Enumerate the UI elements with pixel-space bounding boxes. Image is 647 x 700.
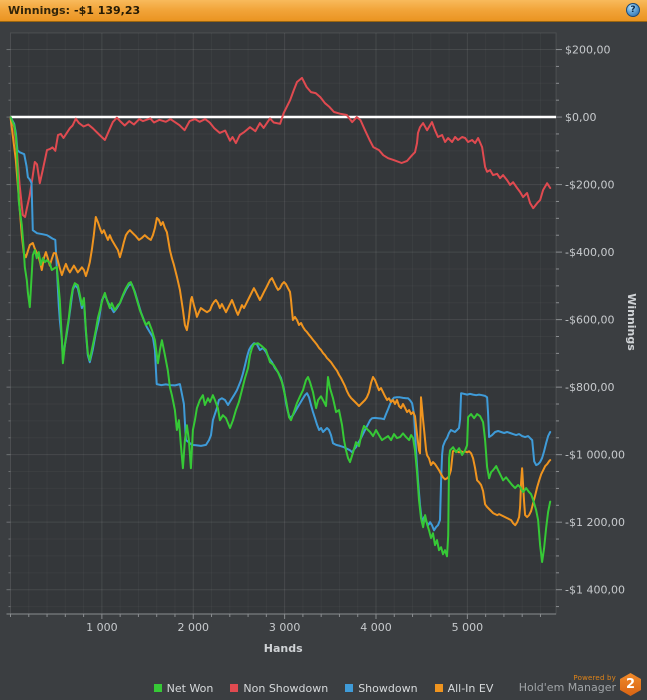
footer-branding: Powered by Hold'em Manager [518,674,616,695]
legend-label: Showdown [358,681,418,695]
legend-item-net-won: Net Won [153,681,214,695]
title-bar: Winnings: -$1 139,23 [0,0,647,22]
y-tick-label: $0,00 [565,111,597,124]
legend-label: Non Showdown [243,681,329,695]
legend-item-all-in-ev: All-In EV [434,681,494,695]
x-tick-label: 3 000 [269,621,301,634]
x-tick-label: 5 000 [452,621,484,634]
x-tick-label: 4 000 [360,621,392,634]
legend-swatch-icon [230,684,239,692]
legend-label: Net Won [166,681,214,695]
legend-swatch-icon [153,684,162,692]
y-tick-label: -$800,00 [565,381,614,394]
y-tick-label: $200,00 [565,44,611,57]
help-icon-glyph: ? [630,5,636,15]
legend-item-showdown: Showdown [345,681,418,695]
plot-area [10,33,556,614]
y-tick-label: -$1 400,00 [565,584,625,597]
y-tick-label: -$400,00 [565,246,614,259]
y-tick-label: -$1 000,00 [565,449,625,462]
legend-swatch-icon [345,684,354,692]
y-tick-label: -$200,00 [565,179,614,192]
y-tick-label: -$600,00 [565,314,614,327]
y-tick-label: -$1 200,00 [565,516,625,529]
x-tick-label: 1 000 [86,621,118,634]
brand-label: Hold'em Manager [518,681,616,695]
hm2-logo-number: 2 [625,677,636,692]
x-axis-title: Hands [264,642,303,655]
legend-item-non-showdown: Non Showdown [230,682,328,695]
legend-swatch-icon [434,684,443,692]
help-icon[interactable]: ? [626,3,640,17]
y-axis-title: Winnings [625,293,638,351]
winnings-label: Winnings: [8,4,70,17]
x-tick-label: 2 000 [177,621,209,634]
winnings-chart: 1 000 2 000 3 000 4 000 5 000 $200,00 $0,00 -$2… [6,32,638,655]
legend-label: All-In EV [447,681,494,695]
winnings-value: -$1 139,23 [74,4,141,17]
